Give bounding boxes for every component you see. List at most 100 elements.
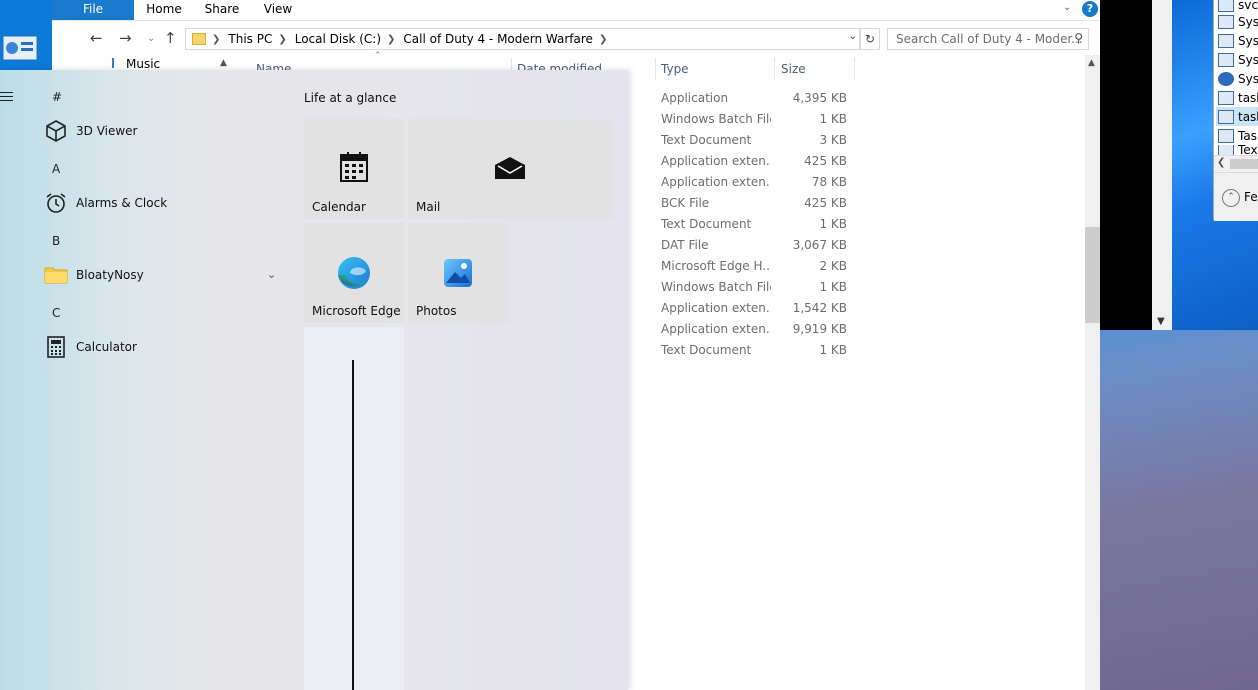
file-size-cell: 1 KB: [819, 280, 847, 294]
app-alarms-clock[interactable]: Alarms & Clock: [44, 189, 167, 217]
list-item[interactable]: Syst: [1218, 31, 1258, 50]
black-window[interactable]: ▼: [1100, 0, 1172, 330]
nav-item-music[interactable]: Music: [112, 57, 160, 71]
chevron-right-icon[interactable]: ❯: [387, 34, 395, 45]
tab-home[interactable]: Home: [142, 0, 186, 20]
group-letter-c[interactable]: C: [52, 306, 60, 320]
process-icon: [1218, 0, 1234, 12]
help-icon[interactable]: ?: [1082, 1, 1098, 17]
tile-mail[interactable]: Mail: [408, 119, 612, 219]
file-list-scrollbar[interactable]: ▲: [1085, 55, 1100, 690]
list-item[interactable]: task: [1218, 88, 1258, 107]
table-row[interactable]: BCK File 425 KB: [661, 193, 861, 214]
file-size-cell: 2 KB: [819, 259, 847, 273]
table-row[interactable]: Application 4,395 KB: [661, 88, 861, 109]
table-row[interactable]: Microsoft Edge H... 2 KB: [661, 256, 861, 277]
list-item[interactable]: Text: [1218, 145, 1258, 155]
tab-view[interactable]: View: [258, 0, 298, 20]
app-calculator[interactable]: Calculator: [44, 333, 137, 361]
group-letter-a[interactable]: A: [52, 162, 60, 176]
scroll-thumb[interactable]: [1230, 159, 1258, 169]
tile-calendar[interactable]: Calendar: [304, 119, 404, 219]
control-panel-icon[interactable]: [2, 34, 38, 62]
tile-placeholder-large[interactable]: [304, 327, 404, 690]
table-row[interactable]: Windows Batch File 1 KB: [661, 109, 861, 130]
breadcrumb-local-disk[interactable]: Local Disk (C:): [295, 32, 381, 46]
chevron-right-icon[interactable]: ❯: [599, 34, 607, 45]
table-row[interactable]: Application exten... 425 KB: [661, 151, 861, 172]
edge-browser-icon: [338, 257, 370, 289]
table-row[interactable]: Text Document 3 KB: [661, 130, 861, 151]
file-size-cell: 78 KB: [811, 175, 847, 189]
address-bar[interactable]: ❯ This PC ❯ Local Disk (C:) ❯ Call of Du…: [185, 28, 860, 50]
chevron-right-icon[interactable]: ❯: [278, 34, 286, 45]
table-row-partial[interactable]: [661, 71, 861, 81]
file-type-cell: Microsoft Edge H...: [661, 259, 771, 273]
file-type-cell: BCK File: [661, 196, 710, 210]
table-row[interactable]: Application exten... 9,919 KB: [661, 319, 861, 340]
black-window-scrollbar[interactable]: ▼: [1152, 0, 1172, 330]
back-arrow-icon[interactable]: ←: [90, 29, 103, 47]
file-type-cell: DAT File: [661, 238, 709, 252]
chevron-down-icon[interactable]: ⌄: [849, 31, 857, 42]
table-row[interactable]: Text Document 1 KB: [661, 214, 861, 235]
group-letter-b[interactable]: B: [52, 234, 60, 248]
breadcrumb-cod4[interactable]: Call of Duty 4 - Modern Warfare: [403, 32, 593, 46]
refresh-button[interactable]: ↻: [860, 28, 880, 50]
recent-locations-icon[interactable]: ⌄: [147, 33, 155, 44]
tile-divider-line: [352, 360, 354, 690]
hamburger-menu-icon[interactable]: [0, 92, 13, 104]
alarm-clock-icon: [46, 193, 66, 213]
file-type-cell: Application exten...: [661, 154, 771, 168]
process-icon: [1218, 145, 1234, 155]
table-row[interactable]: Text Document 1 KB: [661, 340, 861, 361]
scroll-thumb[interactable]: [1085, 227, 1100, 323]
refresh-icon: ↻: [864, 32, 876, 46]
scroll-down-icon[interactable]: ▼: [1157, 316, 1165, 327]
file-size-cell: 4,395 KB: [792, 91, 847, 105]
gear-icon: [1218, 71, 1234, 86]
tile-photos[interactable]: Photos: [408, 223, 508, 323]
tile-microsoft-edge[interactable]: Microsoft Edge: [304, 223, 404, 323]
column-divider[interactable]: [655, 58, 656, 80]
tasklist-horizontal-scrollbar[interactable]: ❮: [1214, 155, 1258, 172]
cube-icon: [46, 120, 66, 142]
table-row[interactable]: DAT File 3,067 KB: [661, 235, 861, 256]
forward-arrow-icon[interactable]: →: [119, 29, 132, 47]
file-type-cell: Application: [661, 91, 729, 105]
app-bloatynosy-folder[interactable]: BloatyNosy: [44, 261, 144, 289]
up-arrow-icon[interactable]: ↑: [164, 29, 177, 47]
app-3d-viewer[interactable]: 3D Viewer: [44, 117, 137, 145]
search-input[interactable]: Search Call of Duty 4 - Moder... ⚲: [887, 28, 1089, 50]
file-type-cell: Application exten...: [661, 322, 771, 336]
file-type-cell: Windows Batch File: [661, 112, 771, 126]
chevron-right-icon[interactable]: ❯: [212, 34, 220, 45]
expand-ribbon-icon[interactable]: ⌄: [1063, 2, 1071, 13]
scroll-left-icon[interactable]: ❮: [1217, 157, 1225, 168]
list-item[interactable]: Syst: [1218, 69, 1258, 88]
tab-share[interactable]: Share: [200, 0, 244, 20]
table-row[interactable]: Application exten... 78 KB: [661, 172, 861, 193]
tab-file[interactable]: File: [52, 0, 134, 20]
list-item[interactable]: Syst: [1218, 12, 1258, 31]
nav-scroll-up-icon[interactable]: ▲: [220, 58, 227, 68]
tile-group-title[interactable]: Life at a glance: [304, 91, 396, 105]
chevron-up-icon: ⌃: [1222, 189, 1240, 207]
list-item[interactable]: Task: [1218, 126, 1258, 145]
address-bar-row: ← → ⌄ ↑ ❯ This PC ❯ Local Disk (C:) ❯ Ca…: [52, 21, 1100, 55]
breadcrumb-this-pc[interactable]: This PC: [228, 32, 272, 46]
process-icon: [1218, 90, 1234, 105]
fewer-details-button[interactable]: ⌃ Fe: [1214, 172, 1258, 221]
group-letter-hash[interactable]: #: [52, 90, 62, 104]
chevron-down-icon[interactable]: ⌄: [267, 268, 276, 281]
file-type-cell: Windows Batch File: [661, 280, 771, 294]
list-item[interactable]: Syst: [1218, 50, 1258, 69]
scroll-up-icon[interactable]: ▲: [1088, 58, 1095, 68]
start-menu[interactable]: # 3D Viewer A Alarms & Clock B BloatyNos…: [0, 70, 628, 690]
table-row[interactable]: Windows Batch File 1 KB: [661, 277, 861, 298]
table-row[interactable]: Application exten... 1,542 KB: [661, 298, 861, 319]
list-item-selected[interactable]: task: [1216, 107, 1258, 126]
ribbon-tabs: File Home Share View ⌄ ?: [52, 0, 1100, 21]
task-manager-window[interactable]: svch Syst Syst Syst Syst task task Task …: [1213, 0, 1258, 221]
file-size-cell: 425 KB: [804, 196, 847, 210]
